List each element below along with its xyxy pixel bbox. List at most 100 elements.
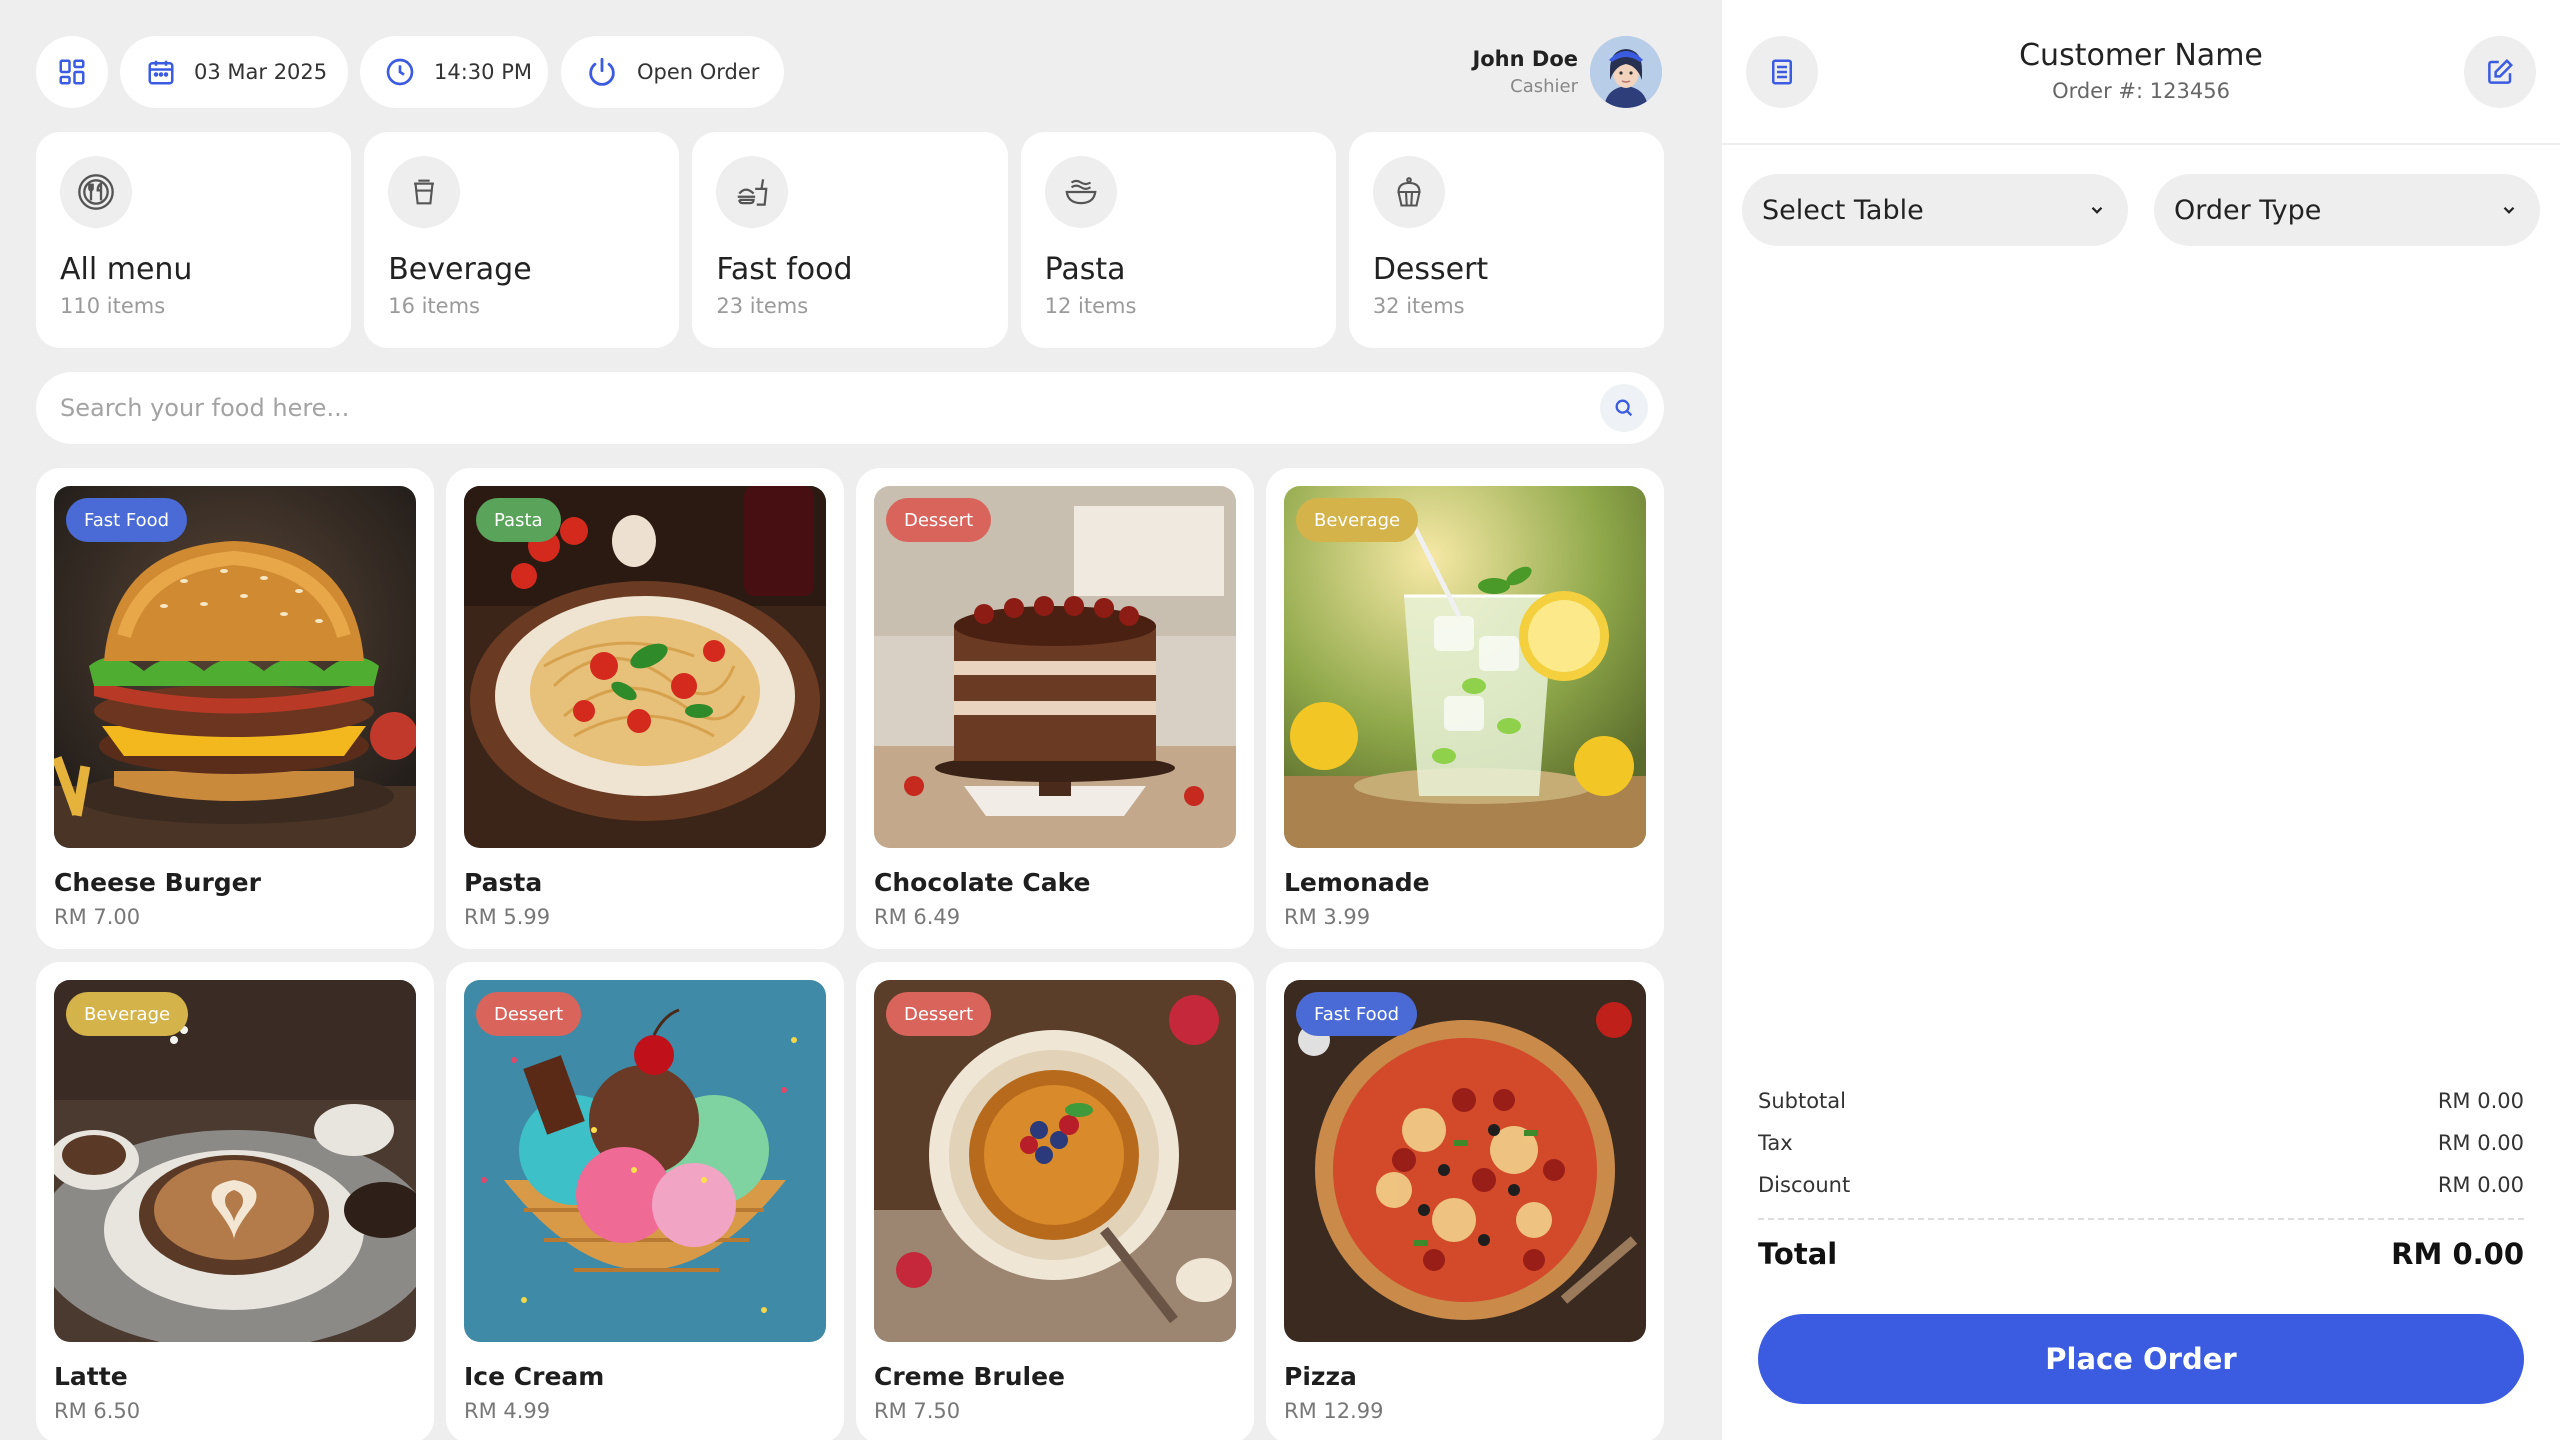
category-beverage[interactable]: Beverage 16 items — [364, 132, 680, 348]
product-image: Beverage — [1284, 486, 1646, 848]
search-button[interactable] — [1600, 384, 1648, 432]
discount-label: Discount — [1758, 1173, 1851, 1197]
category-title: Beverage — [388, 252, 532, 287]
total-value: RM 0.00 — [2391, 1237, 2524, 1271]
product-grid: Fast Food Cheese Burger RM 7.00 Pasta Pa… — [36, 468, 1664, 1440]
category-title: Dessert — [1372, 252, 1489, 287]
tax-label: Tax — [1758, 1131, 1793, 1155]
dashboard-button[interactable] — [36, 36, 108, 108]
product-name: Latte — [54, 1362, 128, 1391]
category-count: 110 items — [60, 294, 166, 318]
product-image: Fast Food — [54, 486, 416, 848]
product-image: Beverage — [54, 980, 416, 1342]
user-name: John Doe — [1472, 47, 1578, 71]
fastfood-icon — [738, 179, 768, 206]
category-badge: Beverage — [1296, 498, 1419, 542]
product-name: Cheese Burger — [54, 868, 261, 897]
category-count: 23 items — [716, 294, 809, 318]
product-image: Dessert — [464, 980, 826, 1342]
order-summary: Subtotal RM 0.00 Tax RM 0.00 Discount RM… — [1758, 1080, 2524, 1274]
category-pasta[interactable]: Pasta 12 items — [1020, 132, 1336, 348]
order-type-dropdown[interactable]: Order Type — [2154, 174, 2540, 246]
order-header: Customer Name Order #: 123456 — [1722, 0, 2560, 145]
product-price: RM 7.50 — [874, 1399, 961, 1423]
time-display: 14:30 PM — [360, 36, 548, 108]
search-input[interactable] — [60, 394, 1600, 422]
utensils-icon — [78, 174, 114, 210]
user-role: Cashier — [1510, 76, 1578, 97]
product-name: Pasta — [464, 868, 543, 897]
cup-icon — [414, 179, 435, 205]
grid-icon — [59, 59, 85, 85]
category-fast-food[interactable]: Fast food 23 items — [692, 132, 1008, 348]
cupcake-icon — [1397, 177, 1421, 207]
product-price: RM 3.99 — [1284, 905, 1371, 929]
order-panel: Customer Name Order #: 123456 Select Tab… — [1722, 0, 2560, 1440]
product-price: RM 6.50 — [54, 1399, 141, 1423]
category-badge: Beverage — [66, 992, 189, 1036]
product-name: Chocolate Cake — [874, 868, 1091, 897]
product-card-cheese-burger[interactable]: Fast Food Cheese Burger RM 7.00 — [36, 468, 434, 949]
product-price: RM 6.49 — [874, 905, 961, 929]
category-count: 32 items — [1372, 294, 1465, 318]
product-price: RM 4.99 — [464, 1399, 551, 1423]
calendar-icon — [148, 60, 174, 85]
product-image: Dessert — [874, 980, 1236, 1342]
search-icon — [1615, 399, 1633, 417]
user-profile[interactable]: John Doe Cashier — [1472, 36, 1662, 108]
product-image: Fast Food — [1284, 980, 1646, 1342]
category-badge: Dessert — [476, 992, 582, 1036]
product-card-pizza[interactable]: Fast Food Pizza RM 12.99 — [1266, 962, 1664, 1440]
search-bar — [36, 372, 1664, 444]
product-image: Pasta — [464, 486, 826, 848]
open-order-label: Open Order — [637, 60, 760, 84]
subtotal-label: Subtotal — [1758, 1089, 1846, 1113]
product-name: Ice Cream — [464, 1362, 605, 1391]
summary-divider — [1758, 1218, 2524, 1220]
category-count: 12 items — [1044, 294, 1137, 318]
customer-name: Customer Name — [2019, 38, 2263, 73]
select-table-dropdown[interactable]: Select Table — [1742, 174, 2128, 246]
power-icon — [589, 57, 615, 86]
total-label: Total — [1758, 1237, 1838, 1271]
product-name: Pizza — [1284, 1362, 1357, 1391]
category-all-menu[interactable]: All menu 110 items — [36, 132, 352, 348]
order-number: Order #: 123456 — [2052, 79, 2230, 103]
edit-order-button[interactable] — [2464, 36, 2536, 108]
category-list: All menu 110 items Beverage 16 items Fas… — [36, 132, 1665, 348]
discount-value: RM 0.00 — [2437, 1173, 2524, 1197]
subtotal-value: RM 0.00 — [2437, 1089, 2524, 1113]
category-title: Fast food — [716, 252, 853, 287]
product-name: Lemonade — [1284, 868, 1430, 897]
category-badge: Pasta — [476, 498, 561, 542]
category-badge: Fast Food — [1296, 992, 1418, 1036]
select-table-label: Select Table — [1762, 194, 1924, 226]
category-badge: Dessert — [886, 992, 992, 1036]
product-price: RM 5.99 — [464, 905, 551, 929]
product-card-latte[interactable]: Beverage Latte RM 6.50 — [36, 962, 434, 1440]
place-order-button[interactable]: Place Order — [1758, 1314, 2524, 1404]
category-title: All menu — [60, 252, 193, 287]
noodle-bowl-icon — [1065, 179, 1097, 205]
open-order-button[interactable]: Open Order — [561, 36, 784, 108]
order-type-label: Order Type — [2174, 194, 2322, 226]
clock-icon — [386, 58, 414, 86]
product-image: Dessert — [874, 486, 1236, 848]
product-card-pasta[interactable]: Pasta Pasta RM 5.99 — [446, 468, 844, 949]
time-text: 14:30 PM — [434, 60, 532, 84]
category-badge: Fast Food — [66, 498, 188, 542]
avatar[interactable] — [1590, 36, 1662, 108]
product-card-ice-cream[interactable]: Dessert Ice Cream RM 4.99 — [446, 962, 844, 1440]
tax-value: RM 0.00 — [2437, 1131, 2524, 1155]
chevron-down-icon — [2503, 206, 2515, 214]
category-dessert[interactable]: Dessert 32 items — [1348, 132, 1665, 348]
category-title: Pasta — [1044, 252, 1126, 287]
product-card-creme-brulee[interactable]: Dessert Creme Brulee RM 7.50 — [856, 962, 1254, 1440]
product-price: RM 7.00 — [54, 905, 141, 929]
product-name: Creme Brulee — [874, 1362, 1066, 1391]
product-card-lemonade[interactable]: Beverage Lemonade RM 3.99 — [1266, 468, 1664, 949]
category-count: 16 items — [388, 294, 480, 318]
menu-area: 03 Mar 2025 14:30 PM Open Order John Doe… — [0, 0, 1722, 1440]
product-card-chocolate-cake[interactable]: Dessert Chocolate Cake RM 6.49 — [856, 468, 1254, 949]
date-display: 03 Mar 2025 — [120, 36, 348, 108]
